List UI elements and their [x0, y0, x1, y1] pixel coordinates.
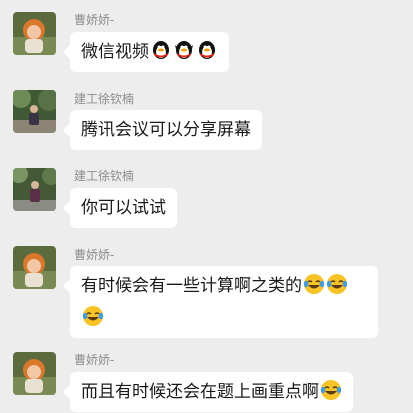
- message-bubble[interactable]: 你可以试试: [70, 188, 177, 228]
- sender-name: 曹娇娇-: [74, 248, 115, 262]
- laugh-cry-emoji: [82, 305, 104, 327]
- message-bubble[interactable]: 而且有时候还会在题上画重点啊: [70, 372, 353, 412]
- qq-penguin-emoji: [150, 39, 172, 61]
- avatar[interactable]: [13, 12, 56, 55]
- message-bubble[interactable]: 有时候会有一些计算啊之类的: [70, 266, 378, 338]
- laugh-cry-emoji: [303, 273, 325, 295]
- qq-penguin-emoji: [173, 39, 195, 61]
- sender-name: 曹娇娇-: [74, 353, 115, 367]
- message-bubble[interactable]: 微信视频: [70, 32, 229, 72]
- avatar[interactable]: [13, 352, 56, 395]
- message-text: 腾讯会议可以分享屏幕: [81, 120, 251, 140]
- sender-name: 建工徐钦楠: [74, 92, 135, 106]
- avatar[interactable]: [13, 90, 56, 133]
- message-text: 你可以试试: [81, 198, 166, 218]
- sender-name: 曹娇娇-: [74, 13, 115, 27]
- avatar[interactable]: [13, 168, 56, 211]
- message-text: 微信视频: [81, 42, 149, 62]
- qq-penguin-emoji: [196, 39, 218, 61]
- message-text: 而且有时候还会在题上画重点啊: [81, 382, 319, 402]
- avatar[interactable]: [13, 246, 56, 289]
- sender-name: 建工徐钦楠: [74, 169, 135, 183]
- laugh-cry-emoji: [320, 379, 342, 401]
- laugh-cry-emoji: [326, 273, 348, 295]
- message-text: 有时候会有一些计算啊之类的: [81, 276, 302, 296]
- message-bubble[interactable]: 腾讯会议可以分享屏幕: [70, 110, 262, 150]
